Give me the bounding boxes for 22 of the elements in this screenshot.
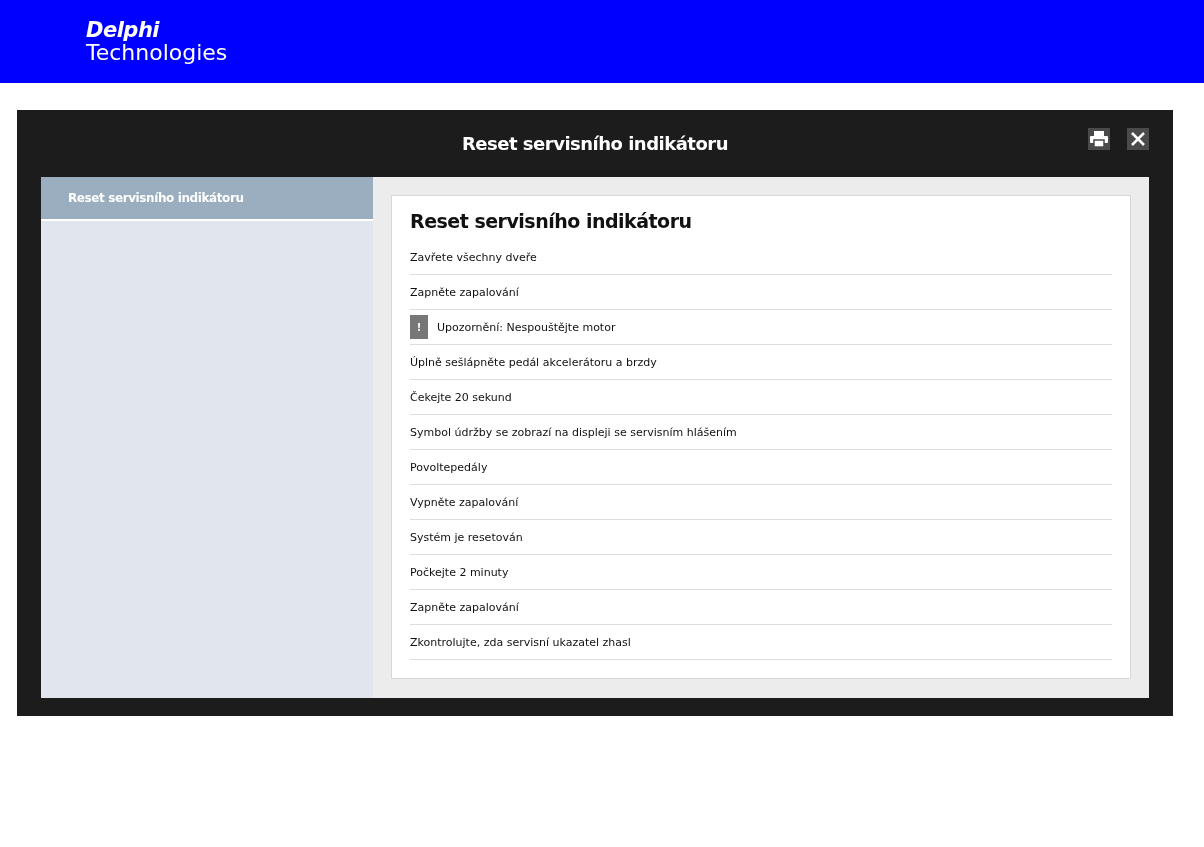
warning-icon: ! [410, 315, 428, 339]
step-text: Zavřete všechny dveře [410, 250, 537, 264]
step-text: Zkontrolujte, zda servisní ukazatel zhasl [410, 635, 631, 649]
step-text: Zapněte zapalování [410, 285, 519, 299]
step-text: Úplně sešlápněte pedál akcelerátoru a brzdy [410, 355, 657, 369]
close-icon [1131, 132, 1145, 146]
logo-text: Delphi [86, 18, 161, 41]
step-text: Systém je resetován [410, 530, 523, 544]
step-text: Povoltepedály [410, 460, 488, 474]
step-text: Čekejte 20 sekund [410, 390, 512, 404]
logo-text: Technologies [86, 40, 229, 65]
print-button[interactable] [1088, 128, 1110, 150]
printer-icon [1090, 131, 1108, 147]
step-text: Symbol údržby se zobrazí na displeji se servisním hlášením [410, 425, 737, 439]
sidebar-item[interactable]: Reset servisního indikátoru [41, 177, 373, 221]
dialog-title: Reset servisního indikátoru [462, 133, 728, 154]
warning-text: Upozornění: Nespouštějte motor [437, 320, 616, 334]
step-text: Vypněte zapalování [410, 495, 519, 509]
step-text: Zapněte zapalování [410, 600, 519, 614]
step-text: Počkejte 2 minuty [410, 565, 509, 579]
close-button[interactable] [1127, 128, 1149, 150]
content-heading: Reset servisního indikátoru [410, 210, 693, 232]
